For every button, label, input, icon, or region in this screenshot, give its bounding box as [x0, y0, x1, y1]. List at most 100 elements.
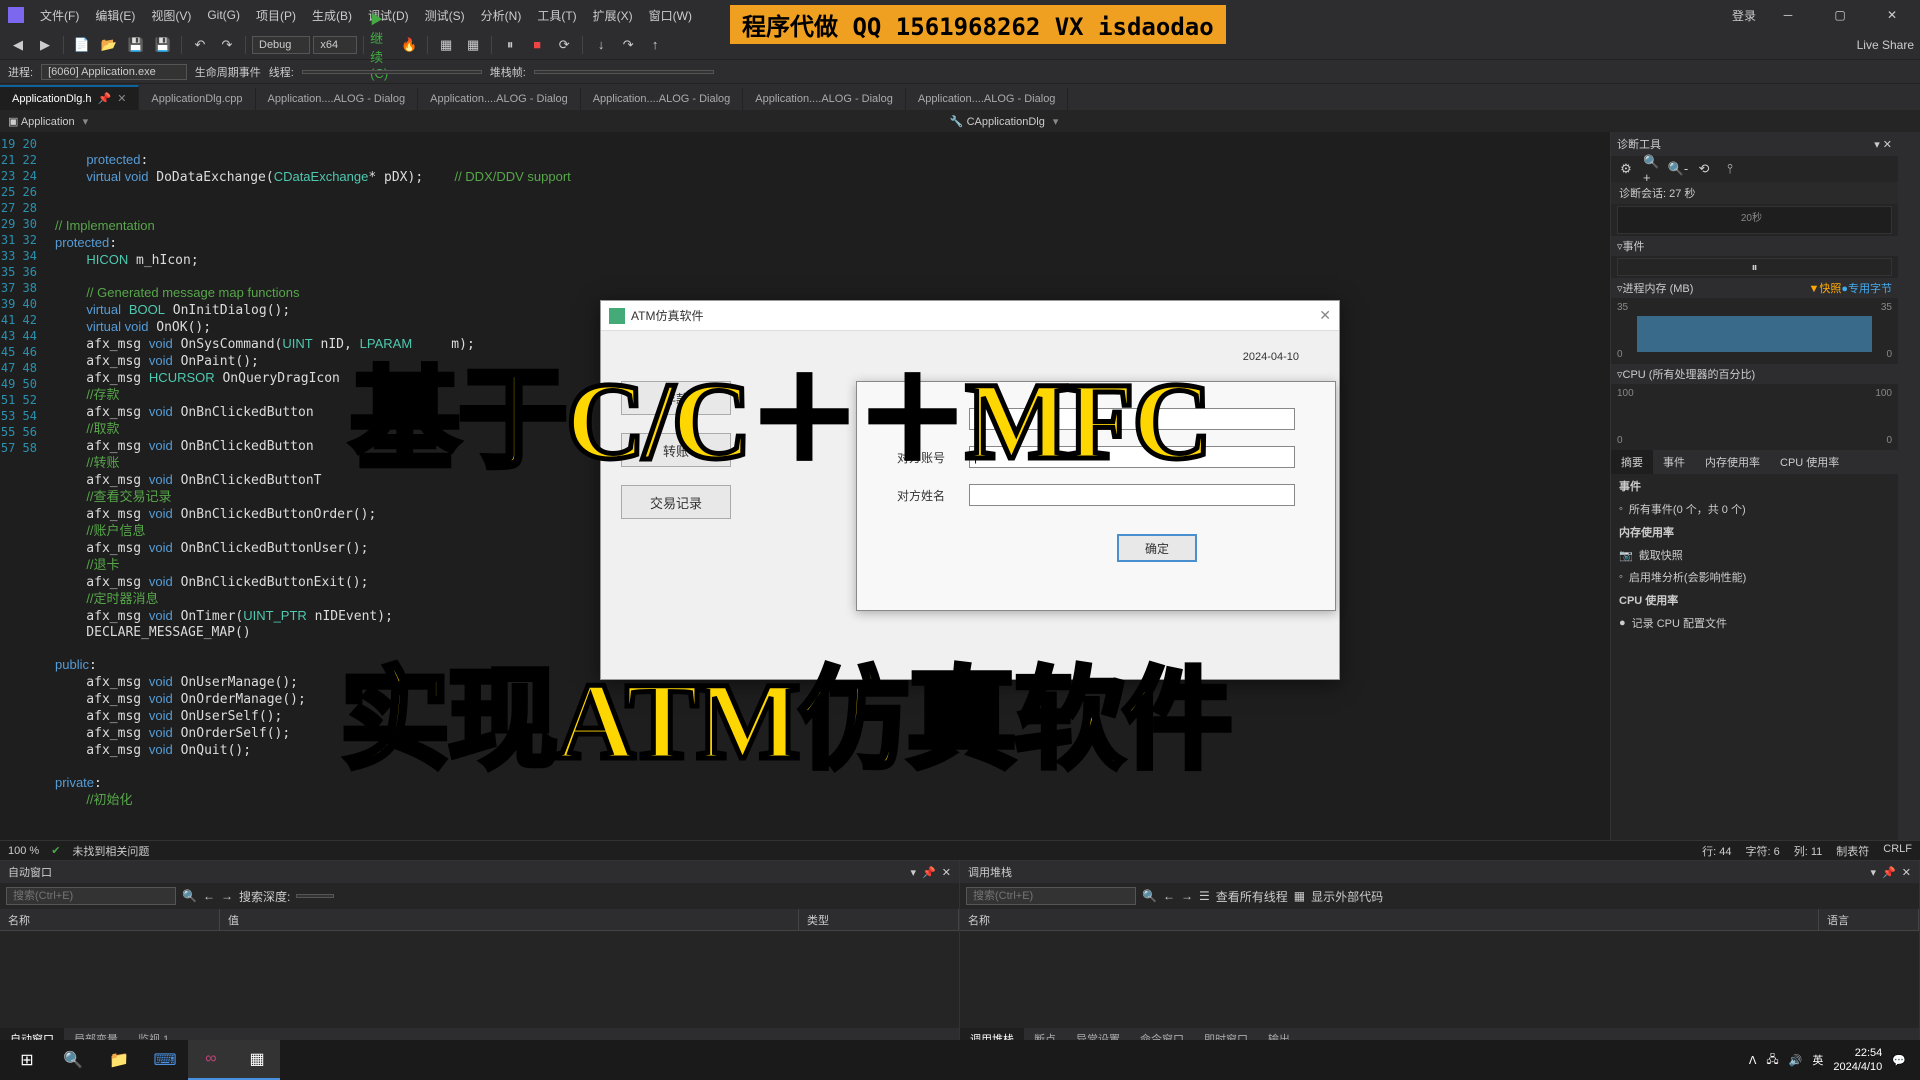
step-out-icon[interactable]: ↑ — [643, 33, 667, 57]
nav-next-icon[interactable]: → — [221, 889, 233, 903]
tab-applicationdlg-cpp[interactable]: ApplicationDlg.cpp — [139, 88, 255, 110]
step-into-icon[interactable]: ↓ — [589, 33, 613, 57]
diag-tab-summary[interactable]: 摘要 — [1611, 450, 1653, 474]
redo-icon[interactable]: ↷ — [215, 33, 239, 57]
diag-tab-events[interactable]: 事件 — [1653, 450, 1695, 474]
menu-git[interactable]: Git(G) — [199, 8, 248, 22]
tray-clock[interactable]: 22:542024/4/10 — [1833, 1046, 1882, 1074]
breadcrumb-scope[interactable]: ▣ Application — [8, 115, 75, 128]
tray-network-icon[interactable]: 🖧 — [1766, 1051, 1778, 1070]
tab-dialog-5[interactable]: Application....ALOG - Dialog — [906, 88, 1069, 110]
tab-dialog-1[interactable]: Application....ALOG - Dialog — [256, 88, 419, 110]
tab-close-icon[interactable]: ✕ — [117, 93, 126, 105]
events-item[interactable]: ◦ 所有事件(0 个，共 0 个) — [1611, 498, 1898, 520]
diag-settings-icon[interactable]: ⚙ — [1617, 160, 1635, 178]
line-ending[interactable]: CRLF — [1883, 843, 1912, 859]
tab-dialog-3[interactable]: Application....ALOG - Dialog — [581, 88, 744, 110]
tab-dialog-2[interactable]: Application....ALOG - Dialog — [418, 88, 581, 110]
panel-dropdown-icon[interactable]: ▾ — [911, 866, 917, 879]
hot-reload-icon[interactable]: 🔥 — [397, 33, 421, 57]
breadcrumb-class[interactable]: 🔧 CApplicationDlg — [950, 115, 1045, 128]
diag-tab-cpu[interactable]: CPU 使用率 — [1770, 450, 1849, 474]
menu-view[interactable]: 视图(V) — [143, 7, 199, 24]
nav-next-icon[interactable]: → — [1181, 889, 1193, 903]
extern-label[interactable]: 显示外部代码 — [1311, 888, 1383, 905]
open-icon[interactable]: 📂 — [97, 33, 121, 57]
pin-icon[interactable]: 📌 — [98, 93, 112, 105]
liveshare-link[interactable]: Live Share — [1857, 38, 1914, 52]
save-icon[interactable]: 💾 — [124, 33, 148, 57]
vscode-button[interactable]: ⌨ — [142, 1040, 188, 1080]
maximize-icon[interactable]: ▢ — [1820, 1, 1860, 29]
autos-search-input[interactable] — [6, 887, 176, 905]
callstack-search-input[interactable] — [966, 887, 1136, 905]
diag-config-icon[interactable]: ⫯ — [1721, 160, 1739, 178]
save-all-icon[interactable]: 💾 — [151, 33, 175, 57]
zoom-level[interactable]: 100 % — [8, 845, 39, 857]
ui-tree-icon[interactable]: ▦ — [434, 33, 458, 57]
panel-dropdown-icon[interactable]: ▾ — [1874, 139, 1880, 151]
diag-tab-memory[interactable]: 内存使用率 — [1695, 450, 1770, 474]
tray-volume-icon[interactable]: 🔊 — [1789, 1054, 1803, 1067]
dialog-close-icon[interactable]: ✕ — [1319, 307, 1331, 324]
config-dropdown[interactable]: Debug — [252, 36, 310, 54]
panel-close-icon[interactable]: ✕ — [1883, 139, 1892, 151]
ok-button[interactable]: 确定 — [1117, 534, 1197, 562]
search-icon[interactable]: 🔍 — [1142, 889, 1157, 903]
diag-timeline[interactable]: 20秒 — [1617, 206, 1892, 234]
all-threads-label[interactable]: 查看所有线程 — [1216, 888, 1288, 905]
tab-applicationdlg-h[interactable]: ApplicationDlg.h📌✕ — [0, 85, 139, 110]
right-tab-strip[interactable] — [1898, 132, 1920, 840]
undo-icon[interactable]: ↶ — [188, 33, 212, 57]
new-project-icon[interactable]: 📄 — [70, 33, 94, 57]
continue-icon[interactable]: ▶ 继续(C) — [370, 33, 394, 57]
panel-pin-icon[interactable]: 📌 — [922, 866, 936, 879]
tray-up-icon[interactable]: ᐱ — [1749, 1054, 1757, 1067]
app-button[interactable]: ▦ — [234, 1040, 280, 1080]
tray-ime[interactable]: 英 — [1812, 1052, 1823, 1068]
col-name[interactable]: 名称 — [960, 909, 1819, 930]
diag-zoomin-icon[interactable]: 🔍+ — [1643, 160, 1661, 178]
platform-dropdown[interactable]: x64 — [313, 36, 357, 54]
menu-build[interactable]: 生成(B) — [304, 7, 360, 24]
col-type[interactable]: 类型 — [799, 909, 959, 930]
close-icon[interactable]: ✕ — [1872, 1, 1912, 29]
login-link[interactable]: 登录 — [1732, 7, 1756, 24]
extern-icon[interactable]: ▦ — [1294, 889, 1305, 903]
menu-project[interactable]: 项目(P) — [248, 7, 304, 24]
menu-extensions[interactable]: 扩展(X) — [585, 7, 641, 24]
start-button[interactable]: ⊞ — [4, 1040, 50, 1080]
diag-reset-icon[interactable]: ⟲ — [1695, 160, 1713, 178]
indent-mode[interactable]: 制表符 — [1836, 843, 1869, 859]
history-button[interactable]: 交易记录 — [621, 485, 731, 519]
tab-dialog-4[interactable]: Application....ALOG - Dialog — [743, 88, 906, 110]
search-icon[interactable]: 🔍 — [182, 889, 197, 903]
nav-back-icon[interactable]: ◀ — [6, 33, 30, 57]
step-over-icon[interactable]: ↷ — [616, 33, 640, 57]
panel-dropdown-icon[interactable]: ▾ — [1871, 866, 1877, 879]
heap-item[interactable]: ◦ 启用堆分析(会影响性能) — [1611, 566, 1898, 588]
panel-close-icon[interactable]: ✕ — [1902, 866, 1911, 879]
menu-test[interactable]: 测试(S) — [417, 7, 473, 24]
panel-close-icon[interactable]: ✕ — [942, 866, 951, 879]
restart-icon[interactable]: ⟳ — [552, 33, 576, 57]
panel-pin-icon[interactable]: 📌 — [1882, 866, 1896, 879]
stack-dropdown[interactable] — [534, 70, 714, 74]
menu-file[interactable]: 文件(F) — [32, 7, 87, 24]
stop-icon[interactable]: ■ — [525, 33, 549, 57]
selection-icon[interactable]: ▦ — [461, 33, 485, 57]
col-value[interactable]: 值 — [220, 909, 799, 930]
snapshot-item[interactable]: 📷 截取快照 — [1611, 544, 1898, 566]
menu-window[interactable]: 窗口(W) — [641, 7, 700, 24]
depth-dropdown[interactable] — [296, 894, 334, 898]
nav-prev-icon[interactable]: ← — [203, 889, 215, 903]
process-dropdown[interactable]: [6060] Application.exe — [41, 64, 187, 80]
threads-icon[interactable]: ☰ — [1199, 889, 1210, 903]
explorer-button[interactable]: 📁 — [96, 1040, 142, 1080]
vs-button[interactable]: ∞ — [188, 1040, 234, 1080]
diag-zoomout-icon[interactable]: 🔍- — [1669, 160, 1687, 178]
menu-edit[interactable]: 编辑(E) — [87, 7, 143, 24]
search-button[interactable]: 🔍 — [50, 1040, 96, 1080]
menu-tools[interactable]: 工具(T) — [529, 7, 584, 24]
nav-prev-icon[interactable]: ← — [1163, 889, 1175, 903]
